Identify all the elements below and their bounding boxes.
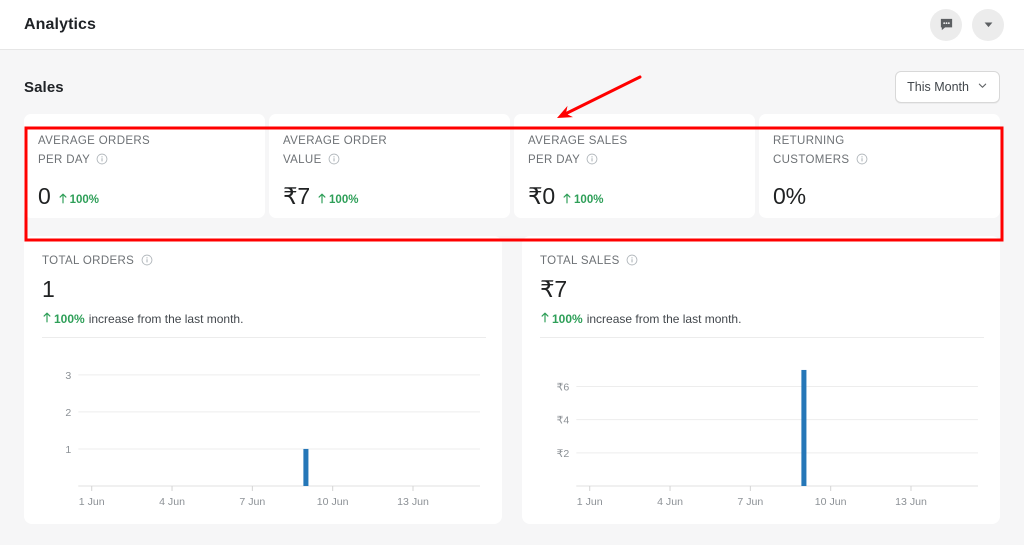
kpi-value: 0% [773, 183, 806, 210]
svg-text:₹4: ₹4 [557, 415, 570, 427]
svg-text:3: 3 [65, 370, 71, 382]
arrow-up-icon [540, 312, 550, 326]
arrow-up-icon [562, 193, 572, 207]
chart-label-text: TOTAL ORDERS [42, 255, 134, 267]
chart-delta-text: increase from the last month. [587, 312, 742, 326]
chart-delta-value: 100% [552, 312, 583, 326]
kpi-value-row: 0 100% [38, 183, 249, 210]
period-selector-label: This Month [907, 80, 969, 94]
info-icon[interactable] [328, 153, 340, 172]
kpi-delta-value: 100% [574, 194, 603, 206]
kpi-strip: AVERAGE ORDERS PER DAY 0 [24, 114, 1000, 218]
arrow-up-icon [317, 193, 327, 207]
kpi-card-average-order-value[interactable]: AVERAGE ORDER VALUE ₹7 [269, 114, 510, 218]
kpi-value-row: ₹7 100% [283, 183, 494, 210]
kpi-delta: 100% [317, 193, 358, 207]
info-icon[interactable] [856, 153, 868, 172]
header-actions [930, 9, 1004, 41]
kpi-value: ₹0 [528, 183, 555, 210]
page-title: Analytics [24, 16, 96, 34]
kpi-delta-value: 100% [70, 194, 99, 206]
kpi-label: AVERAGE ORDERS PER DAY [38, 132, 249, 172]
svg-text:13 Jun: 13 Jun [895, 496, 927, 508]
bar-chart-total-orders[interactable]: 1 2 3 1 Jun 4 Jun 7 Jun 10 Jun 13 Jun [42, 352, 486, 512]
kpi-delta: 100% [562, 193, 603, 207]
arrow-up-icon [42, 312, 52, 326]
chart-label-text: TOTAL SALES [540, 255, 620, 267]
svg-text:7 Jun: 7 Jun [239, 496, 265, 508]
svg-text:13 Jun: 13 Jun [397, 496, 429, 508]
kpi-label: AVERAGE SALES PER DAY [528, 132, 739, 172]
chart-subtext: 100% increase from the last month. [42, 312, 486, 338]
kpi-label-line2: PER DAY [528, 154, 580, 166]
kpi-label-line2: PER DAY [38, 154, 90, 166]
chevron-down-icon [982, 18, 995, 31]
kpi-label-line1: AVERAGE ORDERS [38, 135, 150, 147]
chart-delta-value: 100% [54, 312, 85, 326]
info-icon[interactable] [586, 153, 598, 172]
arrow-up-icon [58, 193, 68, 207]
svg-text:1: 1 [65, 444, 71, 456]
chart-delta: 100% [540, 312, 583, 326]
svg-text:1 Jun: 1 Jun [577, 496, 603, 508]
kpi-card-returning-customers[interactable]: RETURNING CUSTOMERS 0% [759, 114, 1000, 218]
kpi-label: AVERAGE ORDER VALUE [283, 132, 494, 172]
chevron-down-icon [977, 80, 988, 94]
kpi-label: RETURNING CUSTOMERS [773, 132, 984, 172]
info-icon[interactable] [96, 153, 108, 172]
sales-section-header: Sales This Month [24, 50, 1000, 112]
kpi-label-line1: AVERAGE ORDER [283, 135, 387, 147]
kpi-label-line2: CUSTOMERS [773, 154, 849, 166]
chart-label: TOTAL SALES [540, 254, 984, 269]
period-selector[interactable]: This Month [895, 71, 1000, 103]
kpi-value: 0 [38, 183, 51, 210]
kpi-value-row: ₹0 100% [528, 183, 739, 210]
kpi-label-line2: VALUE [283, 154, 322, 166]
svg-text:₹2: ₹2 [557, 448, 570, 460]
section-title-sales: Sales [24, 79, 64, 96]
chart-card-total-sales: TOTAL SALES ₹7 100% [522, 236, 1000, 524]
kpi-card-average-sales-per-day[interactable]: AVERAGE SALES PER DAY ₹0 [514, 114, 755, 218]
svg-text:10 Jun: 10 Jun [815, 496, 847, 508]
svg-text:10 Jun: 10 Jun [317, 496, 349, 508]
chart-row: TOTAL ORDERS 1 100% [24, 236, 1000, 524]
chart-value: 1 [42, 276, 486, 303]
kpi-value-row: 0% [773, 183, 984, 210]
chart-card-total-orders: TOTAL ORDERS 1 100% [24, 236, 502, 524]
svg-text:₹6: ₹6 [557, 382, 570, 394]
chart-subtext: 100% increase from the last month. [540, 312, 984, 338]
svg-text:4 Jun: 4 Jun [657, 496, 683, 508]
info-icon[interactable] [626, 254, 638, 269]
kpi-label-line1: RETURNING [773, 135, 845, 147]
bar-chart-total-sales[interactable]: ₹2 ₹4 ₹6 1 Jun 4 Jun 7 Jun 10 Jun 13 Jun [540, 352, 984, 512]
header-dropdown-button[interactable] [972, 9, 1004, 41]
chart-delta-text: increase from the last month. [89, 312, 244, 326]
kpi-delta: 100% [58, 193, 99, 207]
chart-label: TOTAL ORDERS [42, 254, 486, 269]
chart-delta: 100% [42, 312, 85, 326]
chat-bubble-icon [939, 17, 954, 32]
page-body: Sales This Month AVERAGE ORDERS PER DAY [0, 50, 1024, 524]
kpi-card-average-orders-per-day[interactable]: AVERAGE ORDERS PER DAY 0 [24, 114, 265, 218]
svg-text:4 Jun: 4 Jun [159, 496, 185, 508]
svg-text:7 Jun: 7 Jun [737, 496, 763, 508]
kpi-delta-value: 100% [329, 194, 358, 206]
kpi-value: ₹7 [283, 183, 310, 210]
svg-text:2: 2 [65, 407, 71, 419]
svg-text:1 Jun: 1 Jun [79, 496, 105, 508]
app-header: Analytics [0, 0, 1024, 50]
info-icon[interactable] [141, 254, 153, 269]
chat-bubble-button[interactable] [930, 9, 962, 41]
chart-value: ₹7 [540, 276, 984, 303]
kpi-label-line1: AVERAGE SALES [528, 135, 628, 147]
